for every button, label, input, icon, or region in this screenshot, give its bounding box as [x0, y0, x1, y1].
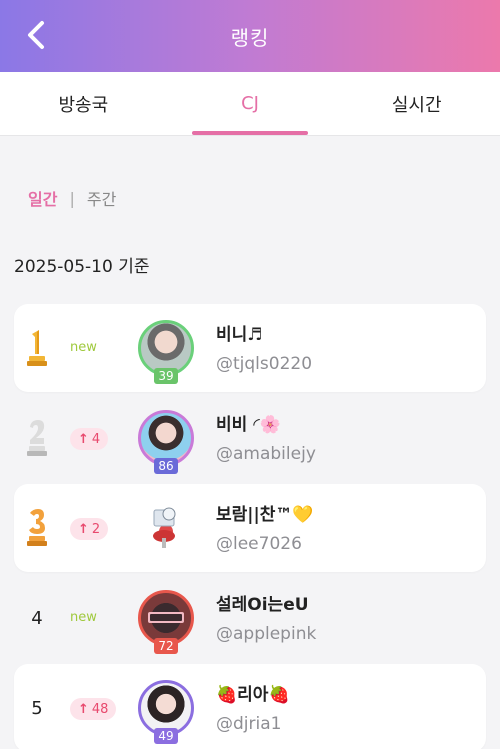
chevron-left-icon: [28, 21, 44, 49]
level-badge: 39: [154, 368, 178, 384]
period-daily[interactable]: 일간: [28, 186, 57, 210]
avatar-container: 49: [138, 680, 194, 744]
arrow-up-icon: ↑: [78, 521, 89, 537]
arrow-up-icon: ↑: [78, 701, 89, 717]
bronze-trophy-icon: [22, 508, 52, 548]
rank-change-up: ↑ 2: [70, 518, 109, 540]
tab-bar: 방송국 CJ 실시간: [0, 72, 500, 136]
silver-trophy-icon: [22, 418, 52, 458]
header-bar: 랭킹: [0, 0, 500, 72]
tab-cj[interactable]: CJ: [167, 72, 334, 135]
level-badge: 49: [154, 728, 178, 744]
period-weekly[interactable]: 주간: [87, 186, 116, 210]
rank-change-value: 48: [91, 701, 109, 717]
user-name: 설레Oi는eU: [216, 595, 309, 615]
user-name: 비니♬: [216, 325, 263, 345]
avatar[interactable]: [138, 500, 194, 556]
rank-number: 4: [31, 607, 43, 629]
rank-change-new: new: [70, 340, 97, 355]
rank-change-up: ↑ 48: [70, 698, 117, 720]
avatar-container: 86: [138, 410, 194, 474]
user-handle: @tjqls0220: [216, 354, 313, 374]
rank-number: 5: [31, 697, 43, 719]
tab-realtime[interactable]: 실시간: [333, 72, 500, 135]
user-handle: @applepink: [216, 624, 317, 644]
avatar-container: [138, 500, 194, 564]
user-handle: @djria1: [216, 714, 282, 734]
ranking-row[interactable]: 4 new 72 설레Oi는eU @applepink: [14, 574, 486, 662]
ranking-row[interactable]: ↑ 4 86 비비 ◜🌸 @amabilejy: [14, 394, 486, 482]
rank-change-up: ↑ 4: [70, 428, 109, 450]
avatar-container: 39: [138, 320, 194, 384]
user-name: 🍓리아🍓: [216, 685, 290, 705]
user-handle: @lee7026: [216, 534, 302, 554]
ranking-row[interactable]: 5 ↑ 48 49 🍓리아🍓 @djria1: [14, 664, 486, 749]
page-title: 랭킹: [230, 25, 270, 50]
tab-broadcaster[interactable]: 방송국: [0, 72, 167, 135]
ranking-row[interactable]: ↑ 2 보람||찬™💛 @lee7026: [14, 484, 486, 572]
user-handle: @amabilejy: [216, 444, 316, 464]
ranking-row[interactable]: new 39 비니♬ @tjqls0220: [14, 304, 486, 392]
rank-change-new: new: [70, 610, 97, 625]
user-name: 보람||찬™💛: [216, 505, 314, 525]
avatar-container: 72: [138, 590, 194, 654]
user-name: 비비 ◜🌸: [216, 415, 281, 435]
gold-trophy-icon: [22, 328, 52, 368]
rank-change-value: 2: [91, 521, 101, 537]
level-badge: 86: [154, 458, 178, 474]
period-separator: |: [69, 188, 75, 208]
period-toggle: 일간 | 주간: [28, 186, 116, 210]
level-badge: 72: [154, 638, 178, 654]
rank-change-value: 4: [91, 431, 101, 447]
broken-image-icon: [153, 507, 176, 548]
back-button[interactable]: [22, 18, 52, 52]
ranking-date: 2025-05-10 기준: [14, 257, 150, 277]
arrow-up-icon: ↑: [78, 431, 89, 447]
